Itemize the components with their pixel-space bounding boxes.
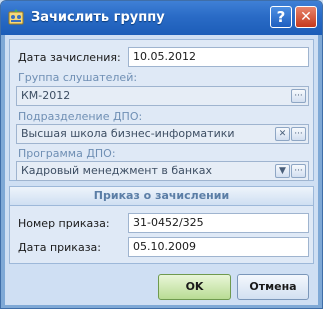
ok-button[interactable]: OK (158, 274, 231, 300)
division-label: Подразделение ДПО: (18, 110, 143, 123)
group-ellipsis-button[interactable]: ··· (291, 89, 306, 103)
app-icon (8, 9, 24, 25)
close-button[interactable]: ✕ (295, 6, 317, 28)
order-number-label: Номер приказа: (18, 217, 110, 230)
group-value: КМ-2012 (21, 89, 71, 102)
order-number-input[interactable]: 31-0452/325 (128, 213, 309, 233)
dialog-window: Зачислить группу ? ✕ Дата зачисления: 10… (0, 0, 323, 309)
group-field[interactable]: КМ-2012 ··· (16, 86, 309, 106)
division-field[interactable]: Высшая школа бизнес-информатики ✕ ··· (16, 124, 309, 144)
help-button[interactable]: ? (270, 6, 292, 28)
group-label: Группа слушателей: (18, 71, 138, 84)
dialog-body: Дата зачисления: 10.05.2012 Группа слуша… (5, 35, 318, 305)
window-title: Зачислить группу (31, 10, 165, 25)
division-clear-icon[interactable]: ✕ (275, 127, 290, 141)
order-section-header: Приказ о зачислении (10, 187, 313, 206)
division-value: Высшая школа бизнес-информатики (21, 127, 235, 140)
enrollment-panel: Дата зачисления: 10.05.2012 Группа слуша… (9, 39, 314, 181)
program-ellipsis-button[interactable]: ··· (291, 164, 306, 178)
enrollment-date-input[interactable]: 10.05.2012 (128, 47, 309, 67)
enrollment-date-label: Дата зачисления: (18, 51, 121, 64)
title-bar[interactable]: Зачислить группу ? ✕ (1, 1, 322, 35)
program-label: Программа ДПО: (18, 147, 116, 160)
order-panel: Приказ о зачислении Номер приказа: 31-04… (9, 186, 314, 264)
program-field[interactable]: Кадровый менеджмент в банках ▼ ··· (16, 161, 309, 181)
order-date-label: Дата приказа: (18, 241, 101, 254)
program-dropdown-icon[interactable]: ▼ (275, 164, 290, 178)
program-value: Кадровый менеджмент в банках (21, 164, 212, 177)
cancel-button[interactable]: Отмена (237, 274, 309, 300)
order-date-input[interactable]: 05.10.2009 (128, 237, 309, 257)
division-ellipsis-button[interactable]: ··· (291, 127, 306, 141)
